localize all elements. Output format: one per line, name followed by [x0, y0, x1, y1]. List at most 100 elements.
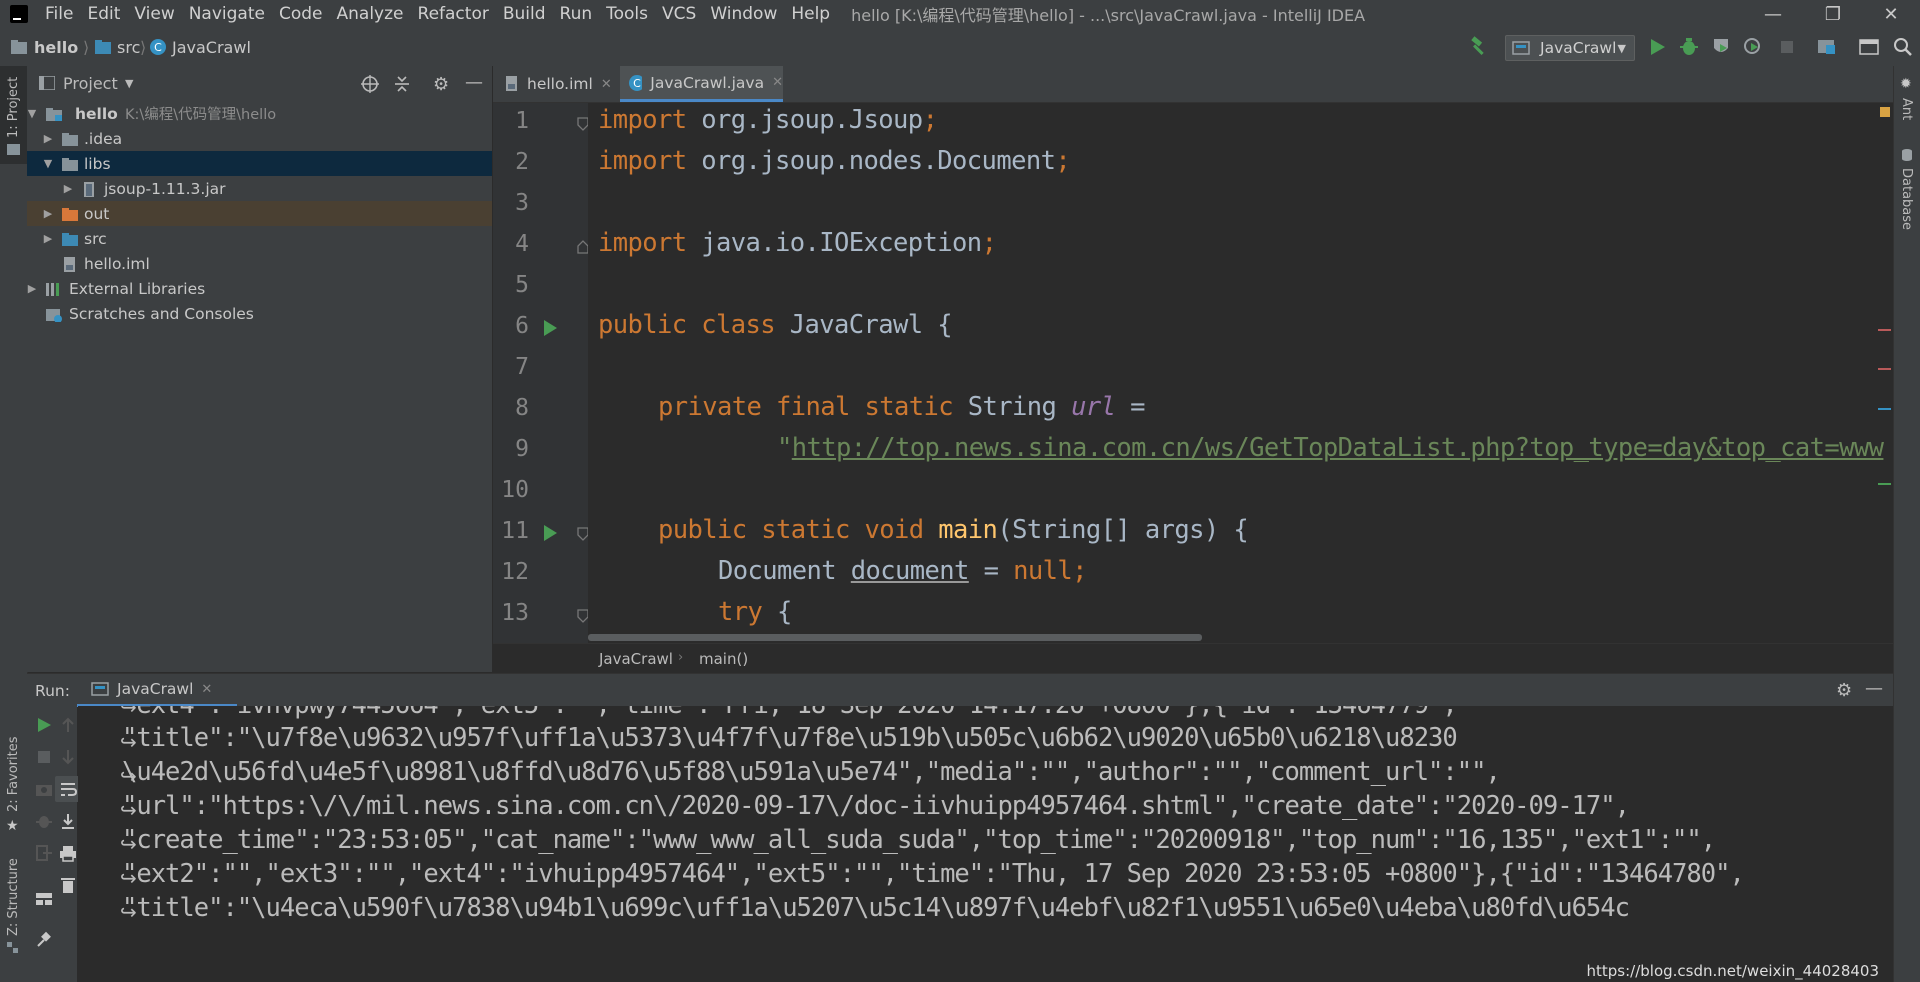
tree-item-src[interactable]: ▶ src	[27, 226, 492, 251]
layout-icon[interactable]	[31, 886, 57, 912]
rerun-button[interactable]	[31, 712, 57, 738]
breadcrumb-src[interactable]: src	[117, 28, 140, 66]
chevron-right-icon[interactable]: ▶	[43, 232, 53, 245]
tree-item-scratches[interactable]: Scratches and Consoles	[27, 301, 492, 326]
tree-item-hello[interactable]: ▼ hello K:\编程\代码管理\hello	[27, 101, 492, 126]
menu-view[interactable]: View	[127, 4, 181, 24]
ant-tool-label[interactable]: Ant	[1899, 98, 1914, 120]
menu-edit[interactable]: Edit	[80, 4, 127, 24]
breadcrumb-class[interactable]: JavaCrawl	[599, 650, 673, 668]
scratches-icon	[46, 308, 62, 322]
tab-javacrawl-java[interactable]: C JavaCrawl.java ✕	[620, 66, 783, 102]
info-marker[interactable]	[1878, 408, 1891, 410]
chevron-down-icon[interactable]: ▼	[27, 107, 37, 120]
database-tool-label[interactable]: Database	[1899, 168, 1914, 230]
tree-label: External Libraries	[69, 279, 206, 298]
menu-refactor[interactable]: Refactor	[411, 4, 496, 24]
run-console[interactable]: ↪ "ext4":"ivhvpwy7445664","ext5":"","tim…	[78, 706, 1893, 982]
code-editor[interactable]: import org.jsoup.Jsoup; import org.jsoup…	[588, 103, 1893, 643]
horizontal-scrollbar[interactable]	[588, 632, 1893, 642]
chevron-right-icon[interactable]: ▶	[27, 282, 37, 295]
build-hammer-icon[interactable]	[1466, 34, 1492, 60]
hide-panel-icon[interactable]: —	[465, 72, 483, 93]
code-text: =	[1115, 392, 1145, 422]
tree-item-out[interactable]: ▶ out	[27, 201, 492, 226]
chevron-right-icon[interactable]: ▶	[43, 207, 53, 220]
tree-item-external-libraries[interactable]: ▶ External Libraries	[27, 276, 492, 301]
console-line: "title":"\u4eca\u590f\u7838\u94b1\u699c\…	[122, 893, 1630, 923]
chevron-right-icon[interactable]: ▶	[63, 182, 73, 195]
warning-marker[interactable]	[1880, 107, 1890, 117]
breadcrumb-hello[interactable]: hello	[34, 28, 78, 66]
run-gutter-icon[interactable]	[542, 524, 558, 542]
close-icon[interactable]: ✕	[772, 75, 783, 90]
favorites-tool-label[interactable]: 2: Favorites	[6, 736, 21, 812]
run-configuration-select[interactable]: JavaCrawl ▼	[1505, 35, 1635, 61]
menu-build[interactable]: Build	[496, 4, 553, 24]
tree-item-libs[interactable]: ▼ libs	[27, 151, 492, 176]
project-folder-icon	[10, 34, 28, 60]
ant-icon: ✹	[1900, 76, 1912, 92]
code-text: org.jsoup.nodes.Document	[686, 146, 1056, 176]
line-number: 13	[501, 600, 529, 626]
tree-label: hello	[75, 104, 118, 123]
chevron-down-icon[interactable]: ▼	[43, 157, 53, 170]
run-gutter-icon[interactable]	[542, 319, 558, 337]
jar-icon	[84, 181, 94, 197]
search-everywhere-icon[interactable]	[1890, 34, 1916, 60]
locate-file-icon[interactable]	[360, 74, 380, 94]
tree-label: jsoup-1.11.3.jar	[104, 179, 226, 198]
tree-item-hello-iml[interactable]: hello.iml	[27, 251, 492, 276]
camera-icon[interactable]	[31, 776, 57, 802]
close-icon[interactable]: ✕	[601, 77, 612, 92]
debug-button[interactable]	[1676, 34, 1702, 60]
menu-file[interactable]: File	[38, 4, 80, 24]
menu-tools[interactable]: Tools	[599, 4, 655, 24]
tree-item-jsoup-jar[interactable]: ▶ jsoup-1.11.3.jar	[27, 176, 492, 201]
pin-icon[interactable]	[31, 926, 57, 952]
chevron-down-icon[interactable]: ▼	[125, 77, 133, 90]
profile-button[interactable]	[1740, 34, 1766, 60]
breadcrumb-javacrawl[interactable]: JavaCrawl	[172, 28, 251, 66]
restore-button[interactable]: ❐	[1804, 0, 1862, 28]
exit-icon[interactable]	[31, 840, 57, 866]
run-button[interactable]	[1644, 34, 1670, 60]
settings-gear-icon[interactable]: ⚙	[1836, 680, 1852, 701]
close-window-button[interactable]: ✕	[1862, 0, 1920, 28]
stop-button[interactable]	[31, 744, 57, 770]
change-marker[interactable]	[1878, 483, 1891, 485]
run-tab-javacrawl[interactable]: JavaCrawl ✕	[77, 674, 237, 707]
menu-run[interactable]: Run	[553, 4, 600, 24]
project-structure-icon[interactable]	[1814, 34, 1840, 60]
project-view-title[interactable]: Project	[63, 74, 118, 93]
minimize-button[interactable]: —	[1744, 0, 1802, 28]
chevron-right-icon[interactable]: ▶	[43, 132, 53, 145]
project-tool-tab[interactable]: 1: Project	[0, 66, 27, 164]
menu-vcs[interactable]: VCS	[655, 4, 703, 24]
error-marker[interactable]	[1878, 368, 1891, 370]
menu-code[interactable]: Code	[272, 4, 330, 24]
breadcrumb-method[interactable]: main()	[699, 650, 748, 668]
scrollbar-thumb[interactable]	[588, 634, 1202, 641]
hide-panel-icon[interactable]: —	[1865, 678, 1883, 699]
tree-item-idea[interactable]: ▶ .idea	[27, 126, 492, 151]
tab-hello-iml[interactable]: hello.iml ✕	[505, 66, 612, 102]
code-semicolon: ;	[1055, 146, 1071, 176]
tree-label: hello.iml	[84, 254, 150, 273]
code-line-13: try {	[718, 597, 792, 627]
collapse-all-icon[interactable]	[392, 74, 412, 94]
coverage-button[interactable]	[1708, 34, 1734, 60]
close-icon[interactable]: ✕	[201, 682, 212, 697]
settings-gear-icon[interactable]: ⚙	[433, 74, 449, 95]
menu-analyze[interactable]: Analyze	[330, 4, 411, 24]
bug-icon[interactable]	[31, 808, 57, 834]
presentation-mode-icon[interactable]	[1856, 34, 1882, 60]
code-url-link[interactable]: http://top.news.sina.com.cn/ws/GetTopDat…	[792, 433, 1884, 463]
structure-tool-label[interactable]: Z: Structure	[6, 858, 21, 936]
stop-button[interactable]	[1774, 34, 1800, 60]
project-panel: Project ▼ ⚙ — ▼ hello K:\编程\代码管理\hello ▶…	[27, 66, 493, 672]
menu-window[interactable]: Window	[703, 4, 784, 24]
menu-help[interactable]: Help	[784, 4, 837, 24]
error-marker[interactable]	[1878, 329, 1891, 331]
menu-navigate[interactable]: Navigate	[182, 4, 272, 24]
